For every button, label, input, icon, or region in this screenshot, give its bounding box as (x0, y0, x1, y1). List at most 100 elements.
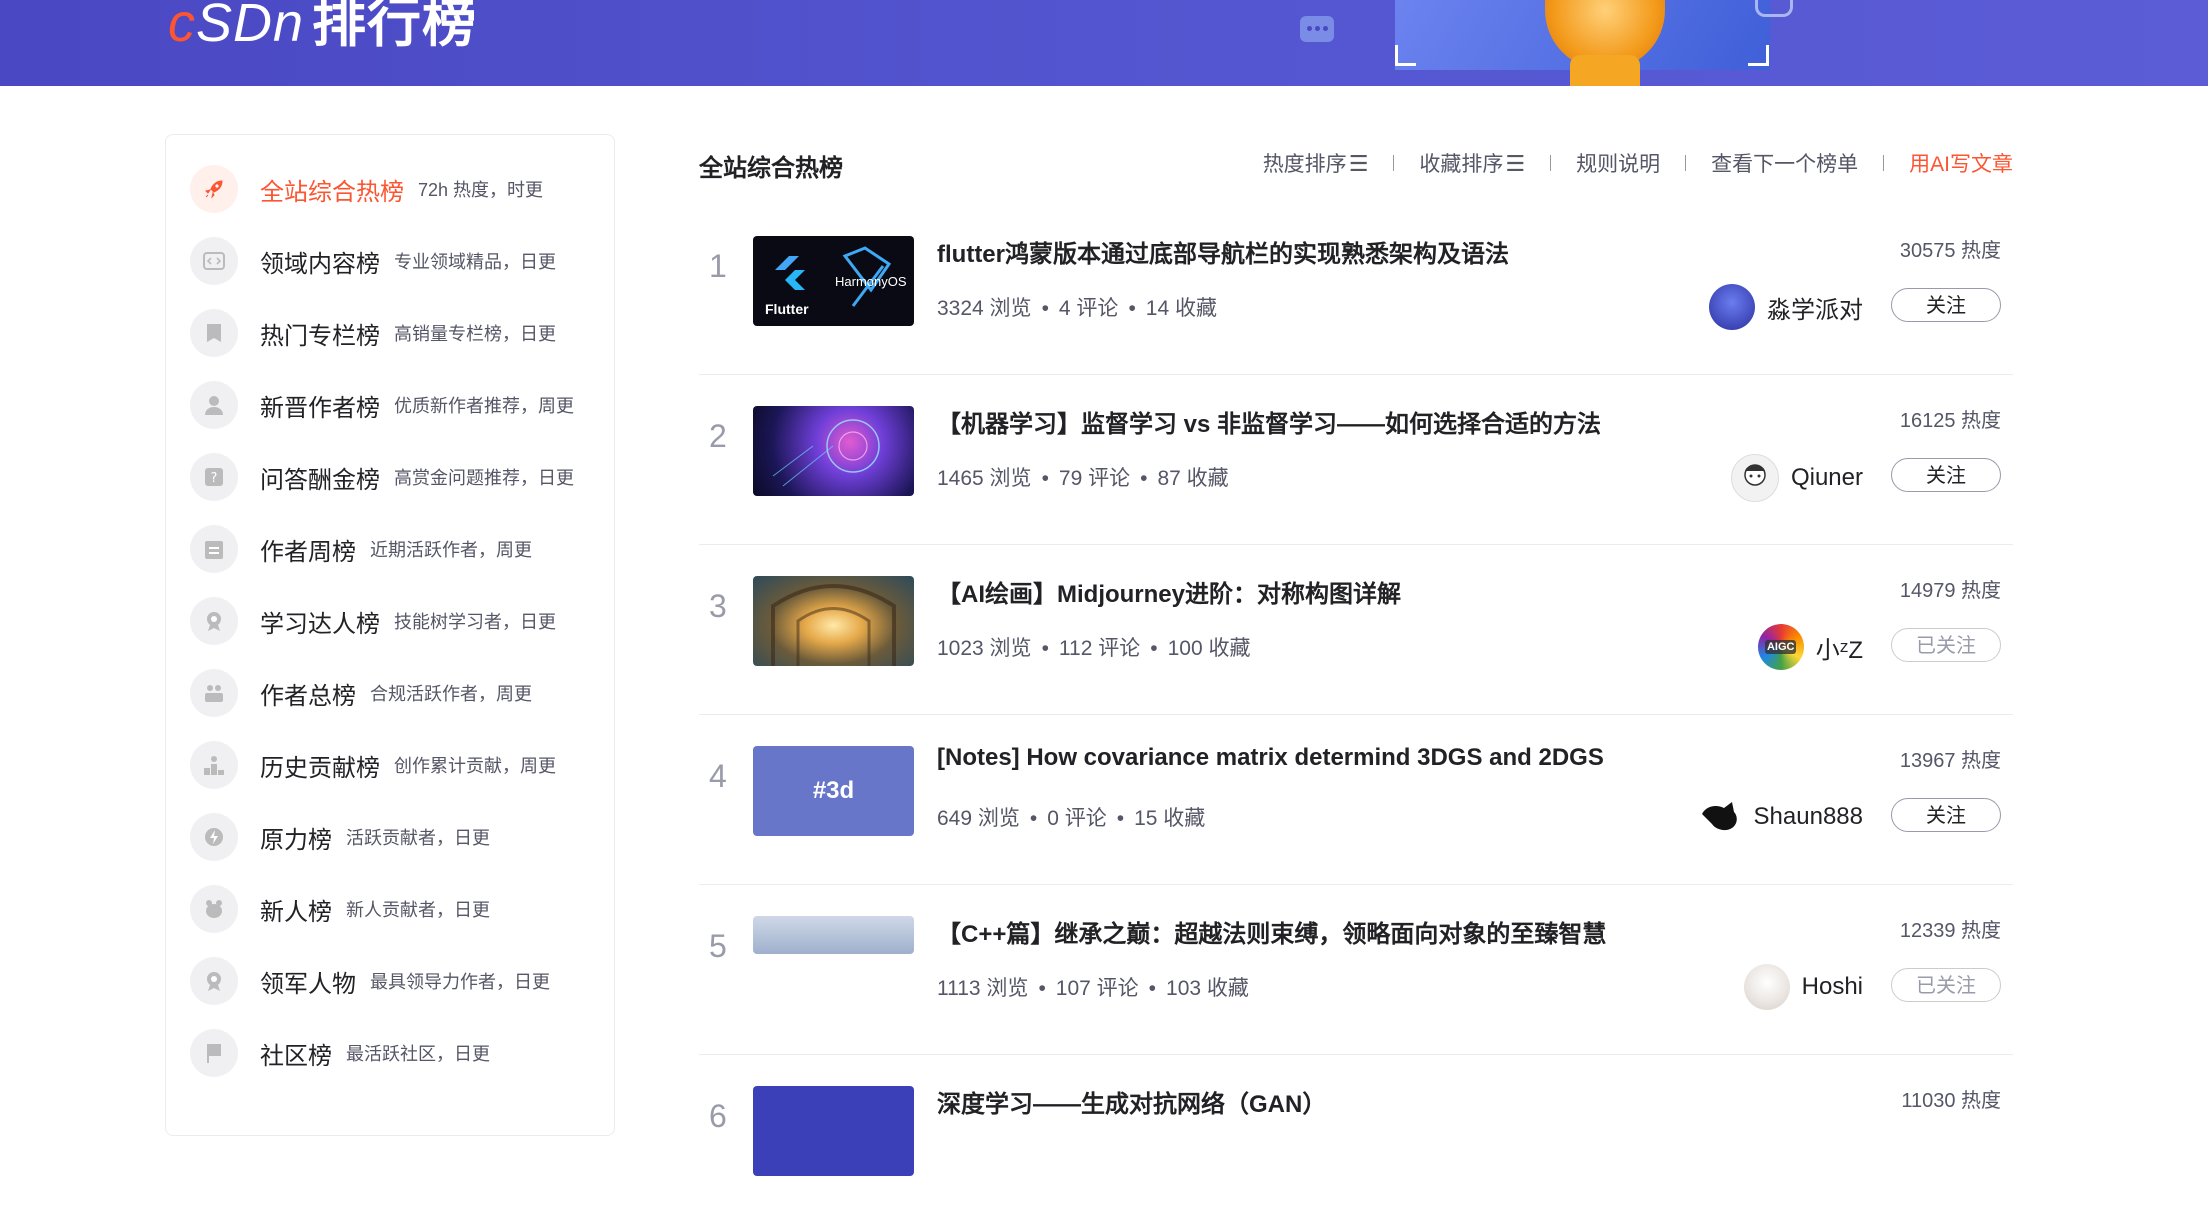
sidebar-item-history-contribution[interactable]: 历史贡献榜 创作累计贡献，周更 (190, 741, 556, 789)
fav-count: 103 收藏 (1166, 977, 1249, 1000)
hot-sort-button[interactable]: 热度排序☰ (1263, 148, 1369, 178)
article-meta: 649 浏览 • 0 评论 • 15 收藏 (937, 807, 1206, 830)
article-thumbnail[interactable] (753, 1086, 914, 1176)
frame-corner-icon (1395, 45, 1416, 66)
rank-number: 5 (709, 928, 727, 964)
avatar[interactable] (1730, 454, 1779, 502)
avatar[interactable] (1695, 794, 1742, 840)
article-title[interactable]: 【C++篇】继承之巅：超越法则束缚，领略面向对象的至臻智慧 (937, 914, 1606, 949)
sidebar-item-qa-bounty[interactable]: ? 问答酬金榜 高赏金问题推荐，日更 (190, 453, 574, 501)
author-info[interactable]: 淼学派对 (1709, 284, 1863, 330)
avatar[interactable] (1709, 284, 1755, 330)
follow-button[interactable]: 关注 (1891, 458, 2001, 492)
author-name[interactable]: Qiuner (1791, 464, 1863, 492)
heat-score: 16125 热度 (1899, 410, 2001, 432)
author-info[interactable]: Hoshi (1743, 964, 1863, 1010)
heat-score: 30575 热度 (1899, 240, 2001, 262)
article-thumbnail[interactable] (753, 916, 914, 954)
article-thumbnail[interactable]: #3d (753, 746, 914, 836)
book-icon (190, 309, 238, 357)
next-list-link[interactable]: 查看下一个榜单 (1711, 148, 1858, 178)
followed-button[interactable]: 已关注 (1891, 628, 2001, 662)
sidebar-item-label: 新人榜 (260, 898, 332, 926)
article-title[interactable]: flutter鸿蒙版本通过底部导航栏的实现熟悉架构及语法 (937, 234, 1509, 269)
table-row[interactable]: 1 Flutter HarmonyOS flutter鸿蒙版本通过底部导航栏的实… (699, 204, 2013, 375)
author-info[interactable]: AIGC 小ᶻZ (1757, 624, 1863, 670)
heat-score: 11030 热度 (1901, 1090, 2001, 1112)
follow-button[interactable]: 关注 (1891, 798, 2001, 832)
author-name[interactable]: 淼学派对 (1767, 290, 1863, 325)
logo-sdn: SDn (196, 0, 305, 53)
avatar[interactable]: AIGC (1757, 624, 1804, 670)
sidebar-item-label: 全站综合热榜 (260, 178, 404, 206)
author-info[interactable]: Qiuner (1730, 454, 1863, 502)
sidebar-item-learning-expert[interactable]: 学习达人榜 技能树学习者，日更 (190, 597, 556, 645)
rules-link[interactable]: 规则说明 (1576, 148, 1660, 178)
article-meta: 1465 浏览 • 79 评论 • 87 收藏 (937, 467, 1229, 490)
sidebar-item-author-weekly[interactable]: 作者周榜 近期活跃作者，周更 (190, 525, 532, 573)
sidebar-item-desc: 最具领导力作者，日更 (370, 972, 550, 992)
question-icon: ? (190, 453, 238, 501)
csdn-logo[interactable]: cSDn 排行榜 (168, 0, 477, 57)
leader-icon (190, 957, 238, 1005)
sidebar-item-newbie[interactable]: 新人榜 新人贡献者，日更 (190, 885, 490, 933)
article-thumbnail[interactable] (753, 406, 914, 496)
medal-icon (190, 597, 238, 645)
author-name[interactable]: 小ᶻZ (1816, 630, 1863, 665)
sidebar-item-desc: 近期活跃作者，周更 (370, 540, 532, 560)
table-row[interactable]: 3 【AI绘画】Midjourney进阶：对称构图详解 1023 浏览 • 112 … (699, 544, 2013, 715)
ai-write-link[interactable]: 用AI写文章 (1909, 148, 2013, 178)
article-thumbnail[interactable] (753, 576, 914, 666)
podium-icon (190, 741, 238, 789)
sidebar-item-leader[interactable]: 领军人物 最具领导力作者，日更 (190, 957, 550, 1005)
sidebar-item-label: 热门专栏榜 (260, 322, 380, 350)
sort-icon: ☰ (1505, 151, 1526, 176)
sidebar-item-community[interactable]: 社区榜 最活跃社区，日更 (190, 1029, 490, 1077)
force-icon (190, 813, 238, 861)
article-title[interactable]: 深度学习——生成对抗网络（GAN） (937, 1084, 1326, 1119)
heat-score: 12339 热度 (1899, 920, 2001, 942)
article-thumbnail[interactable]: Flutter HarmonyOS (753, 236, 914, 326)
author-name[interactable]: Shaun888 (1754, 803, 1863, 831)
sidebar-item-domain-content[interactable]: 领域内容榜 专业领域精品，日更 (190, 237, 556, 285)
article-meta: 1113 浏览 • 107 评论 • 103 收藏 (937, 977, 1249, 1000)
divider (1685, 155, 1687, 171)
fav-sort-label: 收藏排序 (1419, 153, 1504, 176)
fav-count: 14 收藏 (1145, 297, 1217, 320)
sidebar-item-label: 领域内容榜 (260, 250, 380, 278)
article-title[interactable]: 【机器学习】监督学习 vs 非监督学习——如何选择合适的方法 (937, 404, 1601, 439)
sidebar-item-column[interactable]: 热门专栏榜 高销量专栏榜，日更 (190, 309, 556, 357)
avatar[interactable] (1743, 964, 1790, 1010)
table-row[interactable]: 4 #3d [Notes] How covariance matrix dete… (699, 714, 2013, 885)
thumb-tag-text: #3d (812, 777, 855, 804)
article-title[interactable]: [Notes] How covariance matrix determind … (937, 744, 1604, 772)
sidebar-item-author-total[interactable]: 作者总榜 合规活跃作者，周更 (190, 669, 532, 717)
fav-count: 87 收藏 (1157, 467, 1229, 490)
sidebar-item-new-author[interactable]: 新晋作者榜 优质新作者推荐，周更 (190, 381, 574, 429)
table-row[interactable]: 6 深度学习——生成对抗网络（GAN） 11030 热度 (699, 1054, 2013, 1224)
article-title[interactable]: 【AI绘画】Midjourney进阶：对称构图详解 (937, 574, 1401, 609)
author-name[interactable]: Hoshi (1802, 973, 1863, 1001)
table-row[interactable]: 5 【C++篇】继承之巅：超越法则束缚，领略面向对象的至臻智慧 1113 浏览 •… (699, 884, 2013, 1055)
follow-button[interactable]: 关注 (1891, 288, 2001, 322)
sidebar-item-desc: 最活跃社区，日更 (346, 1044, 490, 1064)
sidebar-item-force[interactable]: 原力榜 活跃贡献者，日更 (190, 813, 490, 861)
comment-count: 4 评论 (1058, 297, 1119, 320)
rocket-icon (190, 165, 238, 213)
sidebar-item-desc: 72h 热度，时更 (418, 180, 544, 200)
newbie-icon (190, 885, 238, 933)
sidebar-item-label: 社区榜 (260, 1042, 332, 1070)
view-count: 1113 浏览 (937, 977, 1029, 1000)
fav-count: 15 收藏 (1134, 807, 1206, 830)
heat-score: 13967 热度 (1899, 750, 2001, 772)
table-row[interactable]: 2 【机器学习】监督学习 vs 非监督学习——如何选择合适的方法 1465 浏览… (699, 374, 2013, 545)
sidebar-item-overall-hot[interactable]: 全站综合热榜 72h 热度，时更 (190, 165, 543, 213)
divider (1393, 155, 1395, 171)
team-icon (190, 669, 238, 717)
rank-number: 2 (709, 418, 727, 454)
followed-button[interactable]: 已关注 (1891, 968, 2001, 1002)
fav-sort-button[interactable]: 收藏排序☰ (1419, 148, 1525, 178)
author-info[interactable]: Shaun888 (1695, 794, 1863, 840)
sidebar-item-label: 作者周榜 (260, 538, 356, 566)
view-count: 3324 浏览 (937, 297, 1032, 320)
